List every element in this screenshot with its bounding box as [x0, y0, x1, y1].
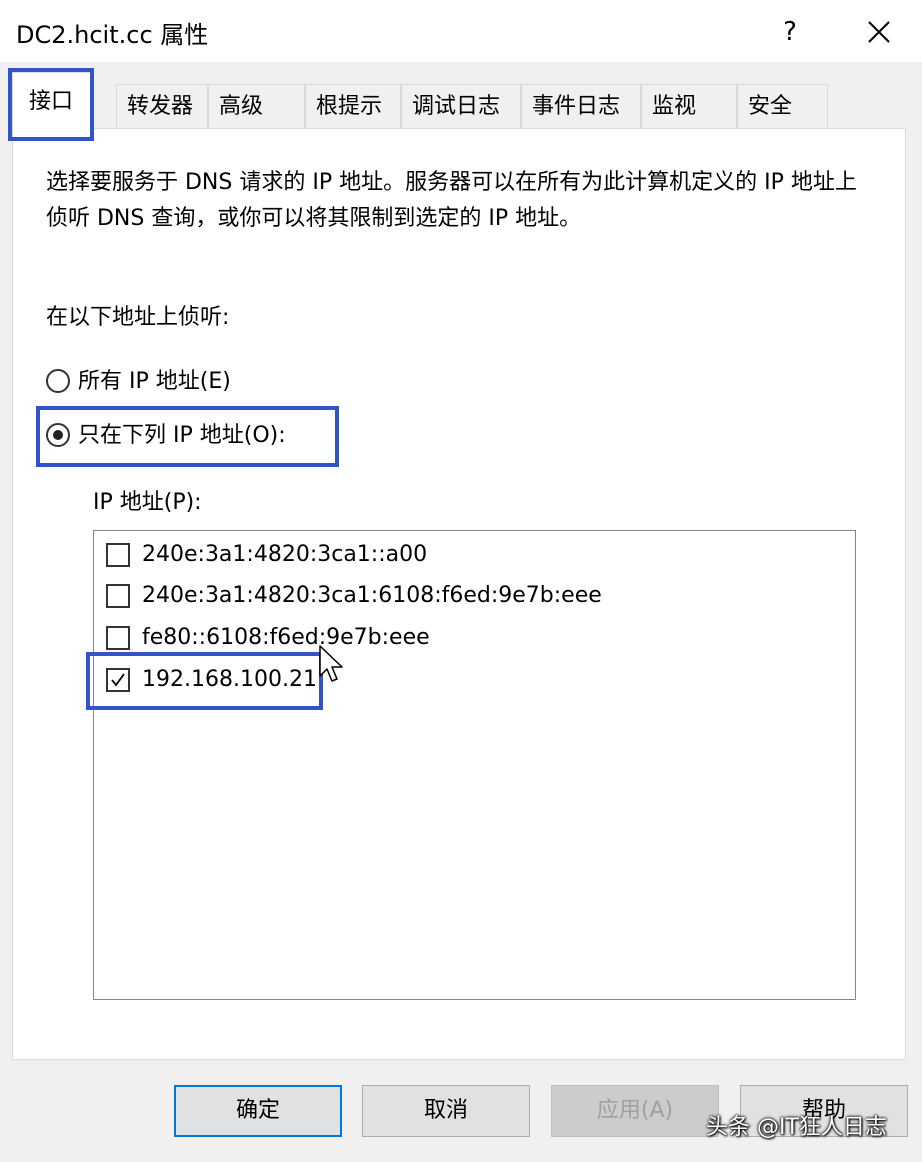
ip-checkbox[interactable]	[106, 584, 130, 608]
tab-advanced[interactable]: 高级	[208, 84, 305, 128]
tab-root-hints[interactable]: 根提示	[305, 84, 401, 128]
radio-only-listed-ip-addresses[interactable]: 只在下列 IP 地址(O):	[46, 421, 316, 451]
ip-address-list[interactable]: 240e:3a1:4820:3ca1::a00 240e:3a1:4820:3c…	[93, 530, 856, 1000]
help-icon[interactable]: ?	[770, 12, 810, 52]
radio-button-unselected[interactable]	[46, 369, 70, 393]
ip-address-text: 240e:3a1:4820:3ca1::a00	[142, 542, 428, 567]
tab-monitoring[interactable]: 监视	[641, 84, 737, 128]
tab-event-logging[interactable]: 事件日志	[521, 84, 641, 128]
mouse-cursor-icon	[319, 645, 343, 682]
tab-debug-logging[interactable]: 调试日志	[401, 84, 521, 128]
tab-interfaces[interactable]: 接口	[12, 72, 92, 130]
radio-button-selected[interactable]	[46, 423, 70, 447]
ip-address-text: 192.168.100.21	[142, 667, 317, 692]
ip-address-text: 240e:3a1:4820:3ca1:6108:f6ed:9e7b:eee	[142, 583, 602, 608]
ip-checkbox[interactable]	[106, 626, 130, 650]
radio-only-label: 只在下列 IP 地址(O):	[78, 423, 286, 448]
ip-checkbox[interactable]	[106, 543, 130, 567]
title-bar: DC2.hcit.cc 属性 ?	[0, 0, 922, 62]
listen-on-label: 在以下地址上侦听:	[46, 305, 230, 330]
watermark-text: 头条 @IT狂人日志	[706, 1115, 887, 1140]
window-title: DC2.hcit.cc 属性	[16, 21, 209, 49]
ip-address-text: fe80::6108:f6ed:9e7b:eee	[142, 625, 430, 650]
tab-strip: 接口 转发器 高级 根提示 调试日志 事件日志 监视 安全	[12, 72, 912, 130]
tab-forwarders[interactable]: 转发器	[116, 84, 208, 128]
apply-button[interactable]: 应用(A)	[551, 1085, 719, 1137]
interfaces-description: 选择要服务于 DNS 请求的 IP 地址。服务器可以在所有为此计算机定义的 IP…	[46, 170, 857, 231]
radio-all-label: 所有 IP 地址(E)	[78, 369, 231, 394]
radio-all-ip-addresses[interactable]: 所有 IP 地址(E)	[46, 367, 246, 397]
close-icon[interactable]	[856, 12, 902, 52]
ip-address-list-label: IP 地址(P):	[93, 490, 202, 515]
tab-security[interactable]: 安全	[737, 84, 828, 128]
cancel-button[interactable]: 取消	[362, 1085, 530, 1137]
checkmark-icon	[111, 673, 125, 687]
ok-button[interactable]: 确定	[174, 1085, 342, 1137]
ip-checkbox-checked[interactable]	[106, 668, 130, 692]
interfaces-panel: 选择要服务于 DNS 请求的 IP 地址。服务器可以在所有为此计算机定义的 IP…	[12, 128, 906, 1060]
